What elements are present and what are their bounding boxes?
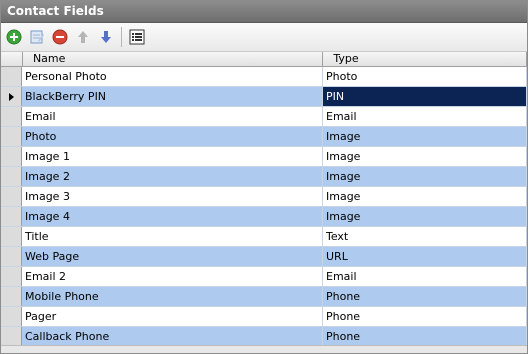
row-selector[interactable]: [1, 127, 22, 146]
cell-type[interactable]: PIN: [323, 87, 527, 106]
cell-name[interactable]: Pager: [22, 307, 323, 326]
row-selector[interactable]: [1, 287, 22, 306]
table-row[interactable]: Web Page URL: [1, 247, 527, 267]
row-selector[interactable]: [1, 247, 22, 266]
cell-name[interactable]: Mobile Phone: [22, 287, 323, 306]
row-selector[interactable]: [1, 227, 22, 246]
row-selector[interactable]: [1, 307, 22, 326]
edit-button[interactable]: [26, 26, 48, 48]
cell-name[interactable]: Image 4: [22, 207, 323, 226]
table-row[interactable]: Image 2 Image: [1, 167, 527, 187]
cell-type[interactable]: Image: [323, 167, 527, 186]
row-selector[interactable]: [1, 187, 22, 206]
plus-circle-icon: [6, 29, 22, 45]
table-row[interactable]: Email 2 Email: [1, 267, 527, 287]
toolbar-separator: [121, 27, 122, 47]
table-row[interactable]: Mobile Phone Phone: [1, 287, 527, 307]
arrow-up-icon: [78, 31, 88, 43]
table-row[interactable]: Image 4 Image: [1, 207, 527, 227]
cell-name[interactable]: Email: [22, 107, 323, 126]
properties-button[interactable]: [126, 26, 148, 48]
cell-type[interactable]: Email: [323, 107, 527, 126]
list-icon: [129, 29, 145, 45]
cell-type[interactable]: Phone: [323, 327, 527, 346]
minus-circle-icon: [52, 29, 68, 45]
cell-type[interactable]: Image: [323, 207, 527, 226]
table-row[interactable]: Photo Image: [1, 127, 527, 147]
cell-type[interactable]: Image: [323, 147, 527, 166]
cell-name[interactable]: Web Page: [22, 247, 323, 266]
cell-name[interactable]: Photo: [22, 127, 323, 146]
table-row[interactable]: BlackBerry PIN PIN: [1, 87, 527, 107]
cell-name[interactable]: Personal Photo: [22, 67, 323, 86]
contact-fields-panel: Contact Fields Name Type Personal Photo …: [0, 0, 528, 354]
move-up-button[interactable]: [72, 26, 94, 48]
move-down-button[interactable]: [95, 26, 117, 48]
cell-name[interactable]: Image 3: [22, 187, 323, 206]
row-selector[interactable]: [1, 107, 22, 126]
grid-header: Name Type: [1, 52, 527, 67]
cell-type[interactable]: Phone: [323, 307, 527, 326]
delete-button[interactable]: [49, 26, 71, 48]
table-row[interactable]: Image 3 Image: [1, 187, 527, 207]
cell-name[interactable]: Image 1: [22, 147, 323, 166]
grid-body: Personal Photo Photo BlackBerry PIN PIN Emai…: [1, 67, 527, 347]
cell-type[interactable]: Photo: [323, 67, 527, 86]
cell-name[interactable]: Title: [22, 227, 323, 246]
cell-type[interactable]: Text: [323, 227, 527, 246]
panel-title: Contact Fields: [1, 1, 527, 23]
row-selector[interactable]: [1, 67, 22, 86]
row-selector[interactable]: [1, 327, 22, 346]
cell-name[interactable]: Image 2: [22, 167, 323, 186]
edit-document-icon: [30, 30, 44, 44]
column-header-name[interactable]: Name: [23, 52, 324, 66]
cell-type[interactable]: Email: [323, 267, 527, 286]
row-selector[interactable]: [1, 167, 22, 186]
cell-type[interactable]: Phone: [323, 287, 527, 306]
row-selector[interactable]: [1, 267, 22, 286]
cell-type[interactable]: Image: [323, 127, 527, 146]
table-row[interactable]: Pager Phone: [1, 307, 527, 327]
fields-grid: Name Type Personal Photo Photo BlackBerry …: [1, 52, 527, 347]
table-row[interactable]: Callback Phone Phone: [1, 327, 527, 347]
toolbar: [1, 23, 527, 52]
cell-name[interactable]: Email 2: [22, 267, 323, 286]
horizontal-scrollbar[interactable]: [1, 345, 527, 353]
row-selector[interactable]: [1, 147, 22, 166]
current-row-arrow-icon: [8, 92, 14, 101]
cell-name[interactable]: Callback Phone: [22, 327, 323, 346]
table-row[interactable]: Personal Photo Photo: [1, 67, 527, 87]
row-selector[interactable]: [1, 207, 22, 226]
row-selector-header: [1, 52, 23, 66]
cell-name[interactable]: BlackBerry PIN: [22, 87, 323, 106]
cell-type[interactable]: URL: [323, 247, 527, 266]
row-selector[interactable]: [1, 87, 22, 106]
table-row[interactable]: Title Text: [1, 227, 527, 247]
arrow-down-icon: [101, 31, 111, 43]
cell-type[interactable]: Image: [323, 187, 527, 206]
table-row[interactable]: Image 1 Image: [1, 147, 527, 167]
table-row[interactable]: Email Email: [1, 107, 527, 127]
add-button[interactable]: [3, 26, 25, 48]
column-header-type[interactable]: Type: [323, 52, 527, 66]
